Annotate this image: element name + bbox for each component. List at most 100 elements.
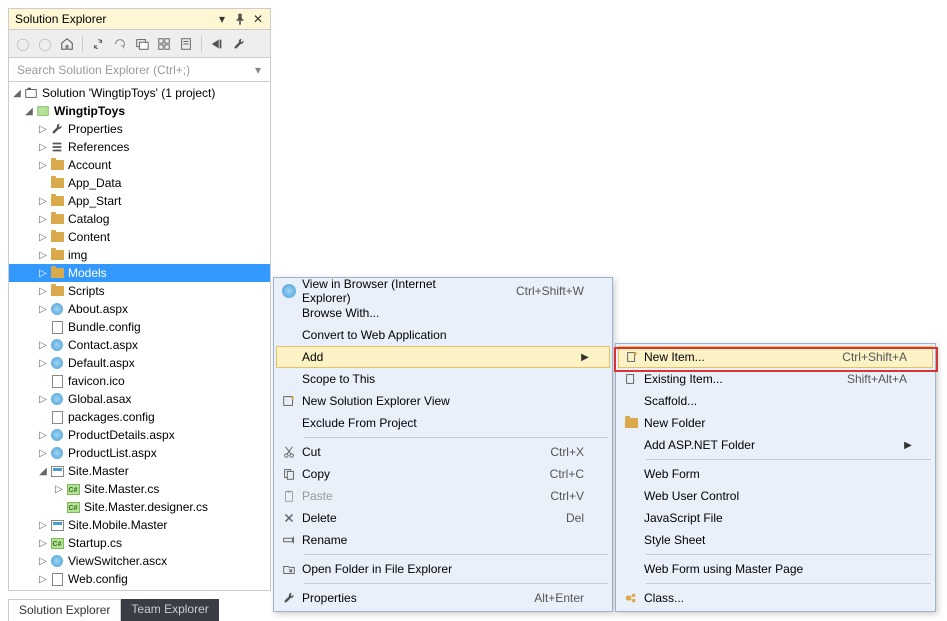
menu-item[interactable]: PasteCtrl+V [276, 485, 610, 507]
tree-item[interactable]: ▷img [9, 246, 270, 264]
home-icon[interactable] [57, 34, 77, 54]
tree-item[interactable]: packages.config [9, 408, 270, 426]
project-node[interactable]: ◢WingtipToys [9, 102, 270, 120]
search-input[interactable] [13, 61, 250, 79]
solution-node[interactable]: ◢Solution 'WingtipToys' (1 project) [9, 84, 270, 102]
tree-item[interactable]: ▷Global.asax [9, 390, 270, 408]
pin-icon[interactable] [232, 11, 248, 27]
menu-item[interactable]: New Item...Ctrl+Shift+A [618, 346, 933, 368]
tree-item[interactable]: ▷ViewSwitcher.ascx [9, 552, 270, 570]
menu-item[interactable]: Style Sheet [618, 529, 933, 551]
wrench-icon[interactable] [229, 34, 249, 54]
tree-item[interactable]: ▷Site.Mobile.Master [9, 516, 270, 534]
tree-item[interactable]: C#Site.Master.designer.cs [9, 498, 270, 516]
add-submenu[interactable]: New Item...Ctrl+Shift+AExisting Item...S… [615, 343, 936, 612]
menu-item[interactable]: Convert to Web Application [276, 324, 610, 346]
showall-icon[interactable] [154, 34, 174, 54]
expander-icon[interactable]: ▷ [37, 250, 49, 261]
menu-item[interactable]: New Solution Explorer View [276, 390, 610, 412]
expander-icon[interactable]: ◢ [23, 106, 35, 117]
expander-icon[interactable]: ◢ [37, 466, 49, 477]
properties-icon[interactable] [176, 34, 196, 54]
tree-item[interactable]: ▷Models [9, 264, 270, 282]
expander-icon[interactable]: ▷ [37, 574, 49, 585]
menu-item[interactable]: View in Browser (Internet Explorer)Ctrl+… [276, 280, 610, 302]
expander-icon[interactable]: ▷ [37, 448, 49, 459]
tree-item[interactable]: App_Data [9, 174, 270, 192]
menu-item[interactable]: Scope to This [276, 368, 610, 390]
expander-icon[interactable]: ▷ [37, 160, 49, 171]
expander-icon[interactable]: ▷ [37, 430, 49, 441]
close-icon[interactable]: ✕ [250, 11, 266, 27]
tree-item[interactable]: ▷About.aspx [9, 300, 270, 318]
tree-item[interactable]: ▷C#Site.Master.cs [9, 480, 270, 498]
expander-icon[interactable]: ▷ [53, 484, 65, 495]
refresh-icon[interactable] [110, 34, 130, 54]
tree-item[interactable]: ▷Scripts [9, 282, 270, 300]
expander-icon[interactable]: ▷ [37, 124, 49, 135]
expander-icon[interactable]: ▷ [37, 304, 49, 315]
expander-icon[interactable] [37, 322, 49, 333]
forward-icon[interactable]: ◯ [35, 34, 55, 54]
expander-icon[interactable]: ▷ [37, 268, 49, 279]
tree-item[interactable]: ▷C#Startup.cs [9, 534, 270, 552]
search-dropdown-icon[interactable]: ▾ [250, 63, 266, 77]
menu-item[interactable]: Add▶ [276, 346, 610, 368]
menu-item[interactable]: Existing Item...Shift+Alt+A [618, 368, 933, 390]
menu-item[interactable]: New Folder [618, 412, 933, 434]
tree-item[interactable]: ▷ProductDetails.aspx [9, 426, 270, 444]
solution-tree[interactable]: ◢Solution 'WingtipToys' (1 project)◢Wing… [9, 82, 270, 590]
preview-icon[interactable] [207, 34, 227, 54]
expander-icon[interactable]: ◢ [11, 88, 23, 99]
expander-icon[interactable]: ▷ [37, 286, 49, 297]
dropdown-icon[interactable]: ▾ [214, 11, 230, 27]
tab-team-explorer[interactable]: Team Explorer [121, 599, 218, 621]
tree-item[interactable]: ▷Catalog [9, 210, 270, 228]
expander-icon[interactable]: ▷ [37, 358, 49, 369]
menu-item[interactable]: CopyCtrl+C [276, 463, 610, 485]
collapse-icon[interactable] [132, 34, 152, 54]
menu-item[interactable]: JavaScript File [618, 507, 933, 529]
menu-item[interactable]: CutCtrl+X [276, 441, 610, 463]
tree-item[interactable]: ▷Contact.aspx [9, 336, 270, 354]
expander-icon[interactable]: ▷ [37, 556, 49, 567]
tree-item[interactable]: ▷References [9, 138, 270, 156]
expander-icon[interactable]: ▷ [37, 142, 49, 153]
sync-icon[interactable] [88, 34, 108, 54]
tree-item[interactable]: ▷ProductList.aspx [9, 444, 270, 462]
expander-icon[interactable]: ▷ [37, 196, 49, 207]
menu-item[interactable]: Open Folder in File Explorer [276, 558, 610, 580]
expander-icon[interactable]: ▷ [37, 232, 49, 243]
tree-item[interactable]: ▷Default.aspx [9, 354, 270, 372]
expander-icon[interactable]: ▷ [37, 520, 49, 531]
expander-icon[interactable]: ▷ [37, 538, 49, 549]
tree-item[interactable]: ▷App_Start [9, 192, 270, 210]
expander-icon[interactable]: ▷ [37, 340, 49, 351]
menu-item[interactable]: Web User Control [618, 485, 933, 507]
tree-item[interactable]: favicon.ico [9, 372, 270, 390]
menu-item[interactable]: Add ASP.NET Folder▶ [618, 434, 933, 456]
tree-item[interactable]: ◢Site.Master [9, 462, 270, 480]
menu-item[interactable]: DeleteDel [276, 507, 610, 529]
menu-item[interactable]: Browse With... [276, 302, 610, 324]
menu-item[interactable]: Web Form [618, 463, 933, 485]
menu-item[interactable]: Rename [276, 529, 610, 551]
menu-item[interactable]: PropertiesAlt+Enter [276, 587, 610, 609]
expander-icon[interactable] [37, 412, 49, 423]
tree-item[interactable]: Bundle.config [9, 318, 270, 336]
expander-icon[interactable] [37, 178, 49, 189]
expander-icon[interactable] [53, 502, 65, 513]
expander-icon[interactable] [37, 376, 49, 387]
menu-item[interactable]: Web Form using Master Page [618, 558, 933, 580]
menu-item[interactable]: Class... [618, 587, 933, 609]
tab-solution-explorer[interactable]: Solution Explorer [8, 599, 121, 621]
tree-item[interactable]: ▷Properties [9, 120, 270, 138]
menu-item[interactable]: Scaffold... [618, 390, 933, 412]
back-icon[interactable]: ◯ [13, 34, 33, 54]
expander-icon[interactable]: ▷ [37, 394, 49, 405]
tree-item[interactable]: ▷Content [9, 228, 270, 246]
context-menu[interactable]: View in Browser (Internet Explorer)Ctrl+… [273, 277, 613, 612]
expander-icon[interactable]: ▷ [37, 214, 49, 225]
tree-item[interactable]: ▷Account [9, 156, 270, 174]
menu-item[interactable]: Exclude From Project [276, 412, 610, 434]
